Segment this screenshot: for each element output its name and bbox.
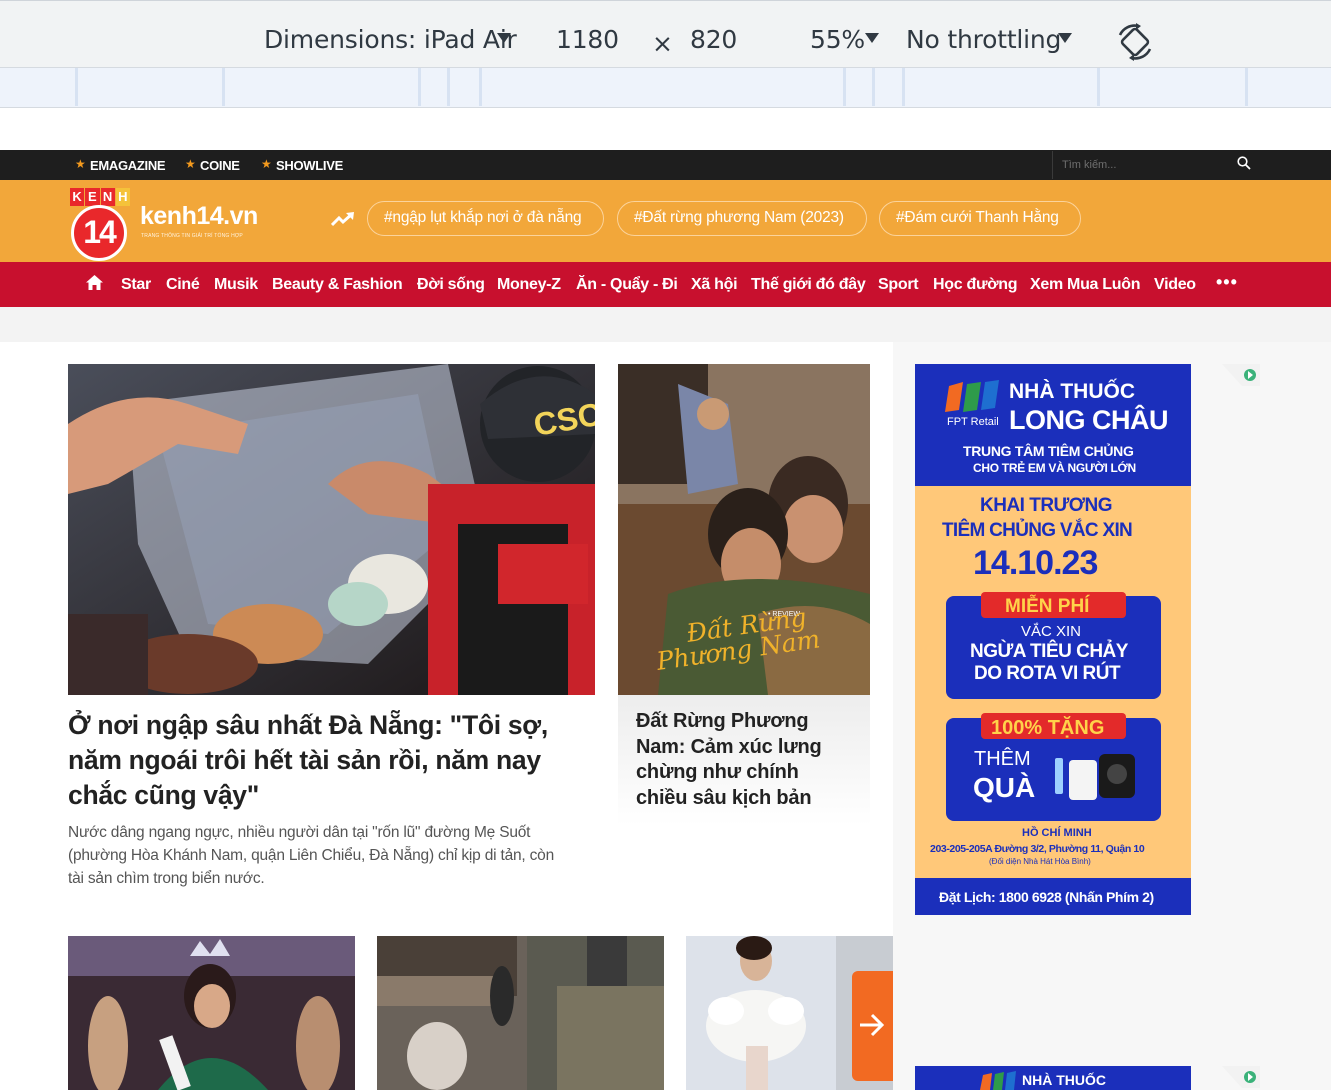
ad-open-2: TIÊM CHỦNG VẮC XIN: [942, 520, 1133, 541]
thumb-image-1: [68, 936, 355, 1090]
ad-brand-2: LONG CHÂU: [1009, 405, 1169, 435]
main-story-sapo: Nước dâng ngang ngực, nhiều người dân tạ…: [68, 824, 555, 887]
dimensions-caret-icon[interactable]: [497, 33, 511, 43]
zoom-caret-icon[interactable]: [865, 33, 879, 43]
nav-item-hoc-duong[interactable]: Học đường: [933, 276, 1018, 294]
ad-center-1: TRUNG TÂM TIÊM CHỦNG: [963, 443, 1134, 459]
thumb-photo-1[interactable]: [68, 936, 355, 1090]
dimensions-dropdown[interactable]: Dimensions: iPad Air: [264, 25, 517, 54]
main-story-image: CSCĐ: [68, 364, 595, 695]
ad-date: 14.10.23: [973, 544, 1098, 582]
logo-tagline: TRANG THÔNG TIN GIẢI TRÍ TỔNG HỢP: [141, 233, 243, 239]
second-story-photo[interactable]: • REVIEW Đất Rừng Phương Nam: [618, 364, 870, 695]
nav-item-musik[interactable]: Musik: [214, 276, 258, 294]
star-icon: ★: [261, 157, 272, 171]
nav-item-xem-mua-luon[interactable]: Xem Mua Luôn: [1030, 276, 1140, 294]
topbar-link-coine[interactable]: COINE: [200, 158, 240, 173]
ad-free: MIỄN PHÍ: [1005, 596, 1090, 617]
star-icon: ★: [185, 157, 196, 171]
zoom-dropdown[interactable]: 55%: [810, 25, 865, 54]
advertisement-bottom[interactable]: NHÀ THUỐC: [915, 1066, 1191, 1090]
ad-gift: 100% TẶNG: [991, 717, 1105, 739]
search-input[interactable]: Tìm kiếm...: [1062, 159, 1116, 171]
gift-products-icon: [1055, 754, 1135, 800]
search-box[interactable]: Tìm kiếm...: [1052, 151, 1259, 179]
nav-item-cine[interactable]: Ciné: [166, 276, 200, 294]
nav-item-beauty-fashion[interactable]: Beauty & Fashion: [272, 276, 403, 294]
ad-gift-2: QUÀ: [973, 772, 1036, 803]
second-story-image: • REVIEW Đất Rừng Phương Nam: [618, 364, 870, 695]
rotate-icon[interactable]: [1116, 23, 1156, 61]
media-query-ruler[interactable]: [0, 68, 1331, 108]
ad-city: HỒ CHÍ MINH: [1022, 827, 1092, 839]
ad-vaccine-1: VẮC XIN: [1021, 623, 1082, 640]
logo-text[interactable]: kenh14.vn: [140, 202, 258, 231]
trending-tag-dat-rung[interactable]: #Đất rừng phương Nam (2023): [617, 201, 867, 236]
trending-tag-flood[interactable]: #ngập lụt khắp nơi ở đà nẵng: [367, 201, 604, 236]
thumb-image-2: [377, 936, 664, 1090]
logo-circle: 14: [71, 205, 127, 261]
nav-item-the-gioi[interactable]: Thế giới đó đây: [751, 276, 866, 294]
fpt-logo-icon: [980, 1071, 1016, 1090]
trending-icon: [331, 212, 354, 227]
carousel-next-button[interactable]: [852, 971, 893, 1081]
main-story-photo[interactable]: CSCĐ: [68, 364, 595, 695]
second-story-headline[interactable]: Đất Rừng Phương Nam: Cảm xúc lưng chừng …: [636, 709, 822, 811]
nav-item-video[interactable]: Video: [1154, 276, 1196, 294]
ad-booking: Đặt Lịch: 1800 6928 (Nhấn Phím 2): [939, 889, 1154, 905]
throttling-caret-icon[interactable]: [1058, 33, 1072, 43]
main-nav: Star Ciné Musik Beauty & Fashion Đời sốn…: [0, 262, 1331, 307]
ad-vaccine-2: NGỪA TIÊU CHẢY: [970, 641, 1128, 662]
nav-item-star[interactable]: Star: [121, 276, 151, 294]
ad-address-note: (Đối diện Nhà Hát Hòa Bình): [989, 857, 1091, 866]
nav-item-xa-hoi[interactable]: Xã hội: [691, 276, 738, 294]
times-sign: ×: [652, 29, 673, 58]
ad-center-2: CHO TRẺ EM VÀ NGƯỜI LỚN: [973, 461, 1136, 475]
ad-bottom-brand: NHÀ THUỐC: [1022, 1072, 1106, 1088]
advertisement-long-chau[interactable]: NHÀ THUỐC LONG CHÂU FPT Retail TRUNG TÂM…: [915, 364, 1191, 915]
nav-item-doi-song[interactable]: Đời sống: [417, 276, 485, 294]
logo-badge: K E N H: [70, 188, 130, 206]
thumb-photo-2[interactable]: [377, 936, 664, 1090]
ad-open-1: KHAI TRƯƠNG: [980, 495, 1113, 516]
search-icon[interactable]: [1237, 156, 1251, 170]
topbar-link-showlive[interactable]: SHOWLIVE: [276, 158, 343, 173]
ad-choices-icon[interactable]: [1222, 364, 1260, 386]
nav-item-sport[interactable]: Sport: [878, 276, 919, 294]
throttling-dropdown[interactable]: No throttling: [906, 25, 1061, 54]
ad-address: 203-205-205A Đường 3/2, Phường 11, Quận …: [930, 843, 1145, 855]
arrow-right-icon: [860, 1013, 885, 1037]
home-icon[interactable]: [86, 275, 103, 290]
trending-tag-wedding[interactable]: #Đám cưới Thanh Hằng: [879, 201, 1081, 236]
ad-vaccine-3: DO ROTA VI RÚT: [974, 663, 1121, 684]
width-input[interactable]: 1180: [556, 25, 619, 54]
main-story-headline[interactable]: Ở nơi ngập sâu nhất Đà Nẵng: "Tôi sợ, nă…: [68, 708, 548, 813]
fpt-logo-icon: [945, 380, 999, 412]
height-input[interactable]: 820: [690, 25, 737, 54]
ad-fpt-text: FPT Retail: [947, 416, 999, 428]
nav-item-money-z[interactable]: Money-Z: [497, 276, 561, 294]
site-header: K E N H 14 kenh14.vn TRANG THÔNG TIN GIẢ…: [0, 180, 1331, 262]
nav-item-an-quay-di[interactable]: Ăn - Quẩy - Đi: [576, 276, 678, 294]
ad-gift-1: THÊM: [974, 748, 1031, 770]
nav-more-button[interactable]: •••: [1216, 272, 1238, 293]
topbar-link-emagazine[interactable]: EMAGAZINE: [90, 158, 166, 173]
ad-brand-1: NHÀ THUỐC: [1009, 380, 1135, 403]
star-icon: ★: [75, 157, 86, 171]
header-spacer: [0, 307, 1331, 342]
ad-choices-icon[interactable]: [1222, 1066, 1260, 1088]
site-logo[interactable]: K E N H 14: [70, 188, 130, 261]
device-toolbar: Dimensions: iPad Air 1180 × 820 55% No t…: [0, 0, 1331, 68]
